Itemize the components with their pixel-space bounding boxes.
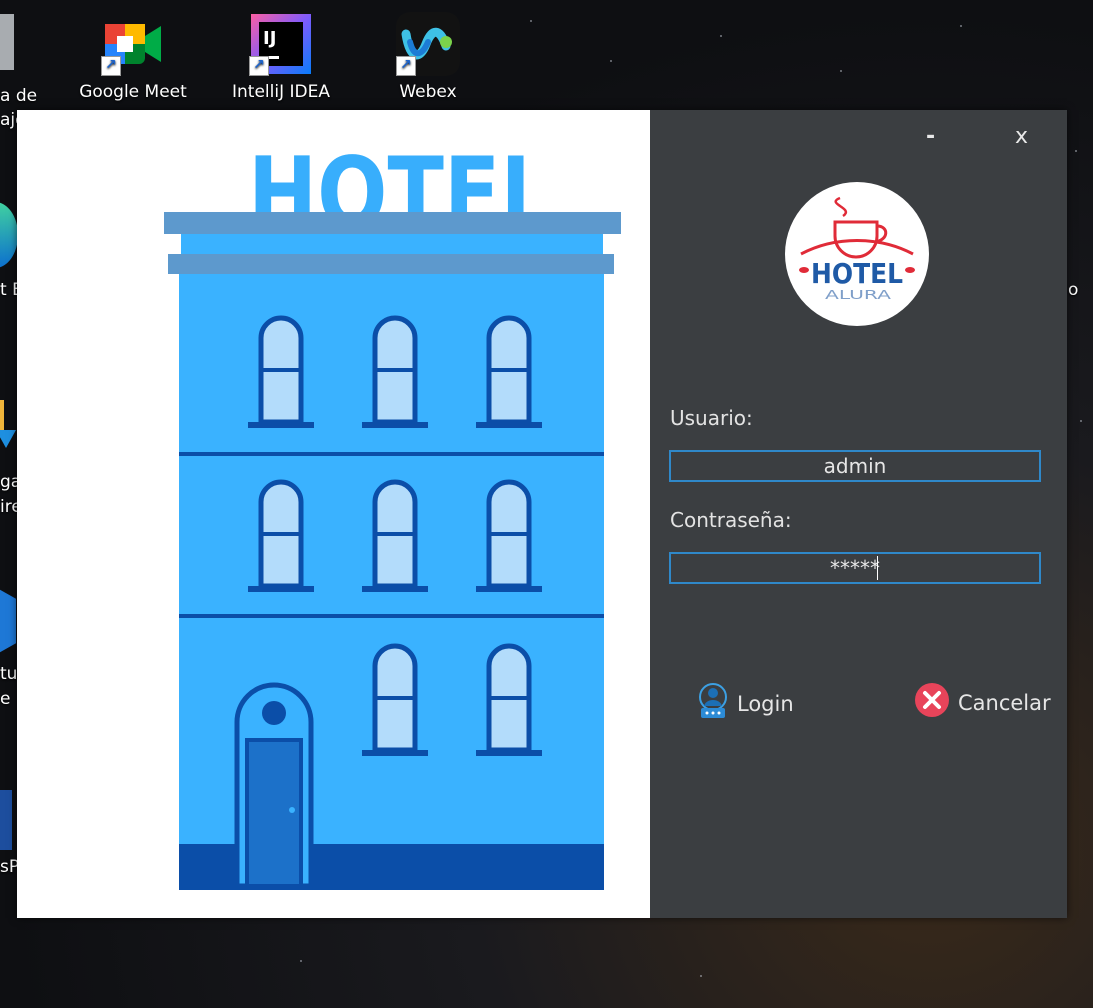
svg-text:ALURA: ALURA: [825, 288, 892, 302]
user-lock-icon: [697, 682, 729, 725]
user-label: Usuario:: [670, 406, 753, 430]
desktop-icon-intellij[interactable]: IJ ↗ IntelliJ IDEA: [221, 12, 341, 102]
password-label: Contraseña:: [670, 508, 792, 532]
desktop-label-right: o: [1068, 280, 1079, 300]
hotel-illustration-panel: HOTEL: [17, 110, 650, 918]
star: [840, 70, 842, 72]
desktop-icon-label: IntelliJ IDEA: [232, 82, 330, 102]
minimize-button[interactable]: -: [926, 124, 935, 149]
close-button[interactable]: x: [1015, 124, 1028, 149]
star: [300, 960, 302, 962]
star: [1075, 150, 1077, 152]
desktop-label-studio: e: [0, 689, 11, 709]
desktop-icon-label: Google Meet: [79, 82, 187, 102]
star: [960, 25, 962, 27]
login-button[interactable]: Login: [697, 682, 794, 725]
text-cursor: [877, 556, 878, 580]
cancel-x-icon: [914, 682, 950, 723]
shortcut-arrow-icon: ↗: [249, 56, 269, 76]
recycle-bin-icon[interactable]: [0, 14, 14, 70]
svg-text:HOTEL: HOTEL: [811, 257, 903, 290]
visual-studio-icon[interactable]: [0, 584, 16, 658]
desktop-icon-google-meet[interactable]: ↗ Google Meet: [73, 12, 193, 102]
login-panel: - x HOTEL ALURA Usuario: Contraseña:: [650, 110, 1067, 918]
cancel-button[interactable]: Cancelar: [914, 682, 1051, 723]
star: [1080, 420, 1082, 422]
cancel-label: Cancelar: [958, 690, 1051, 715]
desktop-icon-webex[interactable]: ↗ Webex: [368, 12, 488, 102]
login-window: HOTEL - x HOTEL ALURA Usuario: admin Con…: [17, 110, 1067, 918]
user-input[interactable]: [669, 450, 1041, 482]
shortcut-arrow-icon: ↗: [396, 56, 416, 76]
svg-text:IJ: IJ: [263, 28, 276, 49]
google-meet-icon: ↗: [101, 12, 165, 76]
desktop-icon-label: Webex: [399, 82, 457, 102]
star: [610, 60, 612, 62]
star: [530, 20, 532, 22]
edge-icon[interactable]: [0, 202, 18, 268]
shortcut-arrow-icon: ↗: [101, 56, 121, 76]
hotel-alura-logo: HOTEL ALURA: [785, 182, 929, 326]
star: [720, 35, 722, 37]
hotel-building-illustration: HOTEL: [164, 137, 621, 890]
app-icon[interactable]: [0, 790, 12, 850]
star: [700, 975, 702, 977]
webex-icon: ↗: [396, 12, 460, 76]
desktop-label-recycle: a de: [0, 86, 38, 106]
downloads-icon[interactable]: [0, 400, 16, 456]
login-label: Login: [737, 691, 794, 716]
password-input[interactable]: [669, 552, 1041, 584]
intellij-icon: IJ ↗: [249, 12, 313, 76]
